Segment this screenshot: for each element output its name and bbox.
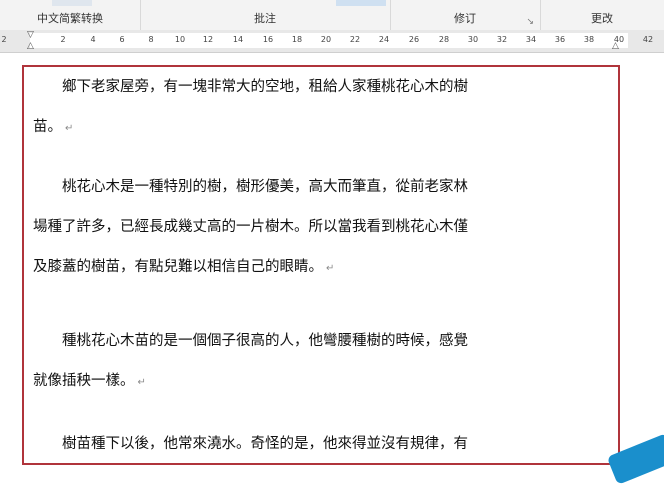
text-line: 種桃花心木苗的是一個個子很高的人，他彎腰種樹的時候，感覺 bbox=[62, 333, 468, 349]
paragraph[interactable]: 鄉下老家屋旁，有一塊非常大的空地，租給人家種桃花心木的樹 苗。 ↵ bbox=[33, 67, 603, 147]
ruler-number: 8 bbox=[148, 35, 154, 44]
ruler-number: 20 bbox=[320, 35, 332, 44]
ruler-number: 28 bbox=[438, 35, 450, 44]
ruler-number: 38 bbox=[583, 35, 595, 44]
ruler-number: 24 bbox=[378, 35, 390, 44]
ribbon-group-changes[interactable]: 更改 bbox=[540, 0, 664, 30]
text-line: 場種了許多，已經長成幾丈高的一片樹木。所以當我看到桃花心木僅 bbox=[33, 219, 468, 235]
ribbon-group-tracking[interactable]: 修订 ↘ bbox=[390, 0, 541, 30]
ribbon-group-comments[interactable]: 批注 bbox=[140, 0, 391, 30]
ruler-number: 22 bbox=[349, 35, 361, 44]
paragraph-mark-icon: ↵ bbox=[65, 123, 74, 134]
ribbon-group-label: 批注 bbox=[254, 12, 276, 25]
ruler-number: 18 bbox=[291, 35, 303, 44]
ribbon-group-label: 更改 bbox=[591, 12, 613, 25]
horizontal-ruler[interactable]: ▽ △ △ 2 2 4 6 8 10 12 14 16 18 20 22 24 … bbox=[0, 30, 664, 53]
ruler-number: 32 bbox=[496, 35, 508, 44]
paragraph-mark-icon: ↵ bbox=[326, 263, 335, 274]
text-line: 樹苗種下以後，他常來澆水。奇怪的是，他來得並沒有規律，有 bbox=[62, 436, 468, 452]
ruler-number: 16 bbox=[262, 35, 274, 44]
text-line: 鄉下老家屋旁，有一塊非常大的空地，租給人家種桃花心木的樹 bbox=[62, 79, 468, 95]
ruler-number: 12 bbox=[202, 35, 214, 44]
paragraph[interactable]: 種桃花心木苗的是一個個子很高的人，他彎腰種樹的時候，感覺 就像插秧一樣。 ↵ bbox=[33, 321, 603, 401]
text-line: 及膝蓋的樹苗，有點兒難以相信自己的眼睛。 bbox=[33, 259, 323, 275]
text-line: 就像插秧一樣。 bbox=[33, 373, 135, 389]
ribbon-group-label: 修订 bbox=[454, 12, 476, 25]
ruler-number: 2 bbox=[60, 35, 66, 44]
text-line: 桃花心木是一種特別的樹，樹形優美，高大而筆直，從前老家林 bbox=[62, 179, 468, 195]
ruler-number: 2 bbox=[1, 35, 7, 44]
dialog-launcher-icon[interactable]: ↘ bbox=[526, 17, 534, 27]
document-area[interactable]: 鄉下老家屋旁，有一塊非常大的空地，租給人家種桃花心木的樹 苗。 ↵ 桃花心木是一種… bbox=[0, 53, 664, 485]
hanging-indent-icon[interactable]: △ bbox=[27, 41, 34, 51]
ruler-number: 14 bbox=[232, 35, 244, 44]
ruler-number: 26 bbox=[408, 35, 420, 44]
ruler-number: 34 bbox=[525, 35, 537, 44]
first-line-indent-icon[interactable]: ▽ bbox=[27, 30, 34, 40]
paragraph-mark-icon: ↵ bbox=[137, 377, 146, 388]
paragraph[interactable]: 樹苗種下以後，他常來澆水。奇怪的是，他來得並沒有規律，有 bbox=[33, 424, 603, 464]
ribbon-group-chinese-conversion[interactable]: 中文简繁转换 bbox=[0, 0, 141, 30]
ruler-number: 6 bbox=[119, 35, 125, 44]
ruler-number: 10 bbox=[174, 35, 186, 44]
ruler-number: 40 bbox=[613, 35, 625, 44]
ruler-number: 4 bbox=[90, 35, 96, 44]
text-line: 苗。 bbox=[33, 119, 62, 135]
ruler-number: 36 bbox=[554, 35, 566, 44]
ruler-number: 30 bbox=[467, 35, 479, 44]
paragraph[interactable]: 桃花心木是一種特別的樹，樹形優美，高大而筆直，從前老家林 場種了許多，已經長成幾… bbox=[33, 167, 603, 287]
ribbon: 中文简繁转换 批注 修订 ↘ 更改 bbox=[0, 0, 664, 31]
ruler-number: 42 bbox=[642, 35, 654, 44]
ribbon-group-label: 中文简繁转换 bbox=[37, 12, 103, 25]
